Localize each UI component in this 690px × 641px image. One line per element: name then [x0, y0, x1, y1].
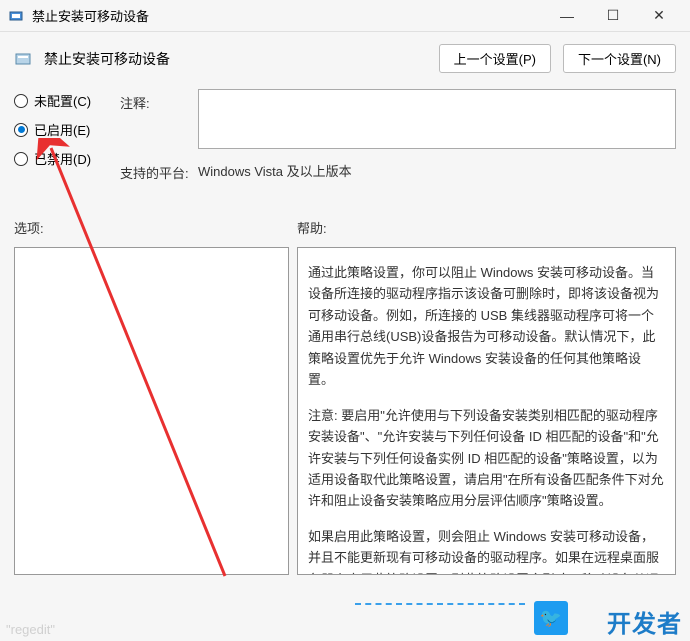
help-label: 帮助:: [297, 218, 327, 237]
radio-icon: [14, 94, 28, 108]
help-panel: 通过此策略设置，你可以阻止 Windows 安装可移动设备。当设备所连接的驱动程…: [297, 247, 676, 575]
app-icon: [8, 8, 24, 24]
help-text: 注意: 要启用"允许使用与下列设备安装类别相匹配的驱动程序安装设备"、"允许安装…: [308, 405, 665, 512]
comment-label: 注释:: [120, 89, 198, 112]
options-label: 选项:: [14, 218, 297, 237]
prev-setting-button[interactable]: 上一个设置(P): [439, 44, 551, 73]
radio-not-configured[interactable]: 未配置(C): [14, 91, 104, 110]
radio-group: 未配置(C) 已启用(E) 已禁用(D): [14, 89, 104, 192]
platform-value: Windows Vista 及以上版本: [198, 159, 676, 180]
options-panel: [14, 247, 289, 575]
dash-line: [355, 603, 525, 605]
help-text: 如果启用此策略设置，则会阻止 Windows 安装可移动设备，并且不能更新现有可…: [308, 526, 665, 575]
radio-icon: [14, 123, 28, 137]
window-title: 禁止安装可移动设备: [32, 6, 544, 25]
comment-input[interactable]: [198, 89, 676, 149]
help-text: 通过此策略设置，你可以阻止 Windows 安装可移动设备。当设备所连接的驱动程…: [308, 262, 665, 391]
radio-disabled[interactable]: 已禁用(D): [14, 149, 104, 168]
watermark-logo-icon: 🐦: [534, 601, 568, 635]
close-button[interactable]: ✕: [636, 0, 682, 32]
footer-faint-text: "regedit": [6, 622, 55, 637]
policy-icon: [14, 50, 32, 68]
next-setting-button[interactable]: 下一个设置(N): [563, 44, 676, 73]
radio-enabled[interactable]: 已启用(E): [14, 120, 104, 139]
header-row: 禁止安装可移动设备 上一个设置(P) 下一个设置(N): [0, 32, 690, 81]
watermark-text: 开发者: [607, 604, 682, 639]
maximize-button[interactable]: ☐: [590, 0, 636, 32]
policy-title: 禁止安装可移动设备: [44, 49, 427, 69]
platform-label: 支持的平台:: [120, 159, 198, 182]
radio-icon: [14, 152, 28, 166]
minimize-button[interactable]: —: [544, 0, 590, 32]
titlebar: 禁止安装可移动设备 — ☐ ✕: [0, 0, 690, 32]
